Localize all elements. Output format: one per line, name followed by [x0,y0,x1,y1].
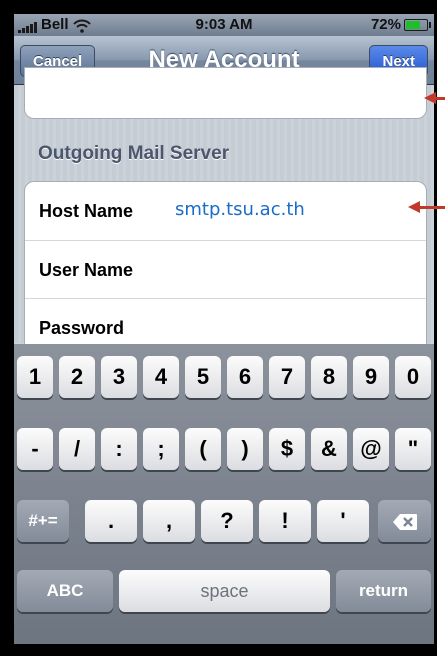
outgoing-server-group: Host Name smtp.tsu.ac.th User Name Passw… [24,181,427,357]
key-at[interactable]: @ [353,428,389,470]
key-9[interactable]: 9 [353,356,389,398]
key-open-paren[interactable]: ( [185,428,221,470]
key-2[interactable]: 2 [59,356,95,398]
key-5[interactable]: 5 [185,356,221,398]
key-apostrophe[interactable]: ' [317,500,369,542]
key-slash[interactable]: / [59,428,95,470]
backspace-key[interactable] [378,500,431,542]
section-header: Outgoing Mail Server [38,143,230,164]
host-name-field[interactable]: smtp.tsu.ac.th [175,199,305,220]
key-3[interactable]: 3 [101,356,137,398]
host-name-callout-arrow [408,201,445,213]
key-comma[interactable]: , [143,500,195,542]
user-name-row[interactable]: User Name [25,240,426,299]
screen: Bell 9:03 AM 72% Cancel New Account Next… [14,14,434,644]
key-period[interactable]: . [85,500,137,542]
return-key[interactable]: return [336,570,431,612]
user-name-label: User Name [39,260,134,280]
password-label: Password [39,318,125,338]
previous-section-group [24,67,427,119]
next-callout-arrow [424,92,445,104]
key-ampersand[interactable]: & [311,428,347,470]
key-1[interactable]: 1 [17,356,53,398]
key-exclamation[interactable]: ! [259,500,311,542]
device-frame: Bell 9:03 AM 72% Cancel New Account Next… [0,0,437,656]
keyboard: 1 2 3 4 5 6 7 8 9 0 - / : ; ( ) $ & @ " … [14,344,434,644]
host-name-label: Host Name [39,201,134,221]
status-bar: Bell 9:03 AM 72% [14,14,434,36]
battery-percent: 72% [370,16,401,33]
key-4[interactable]: 4 [143,356,179,398]
key-6[interactable]: 6 [227,356,263,398]
key-semicolon[interactable]: ; [143,428,179,470]
key-0[interactable]: 0 [395,356,431,398]
key-dollar[interactable]: $ [269,428,305,470]
abc-key[interactable]: ABC [17,570,113,612]
battery-indicator: 72% [370,16,431,33]
key-quote[interactable]: " [395,428,431,470]
key-hyphen[interactable]: - [17,428,53,470]
key-8[interactable]: 8 [311,356,347,398]
symbols-key[interactable]: #+= [17,500,69,542]
key-7[interactable]: 7 [269,356,305,398]
space-key[interactable]: space [119,570,330,612]
backspace-icon [392,513,417,530]
key-colon[interactable]: : [101,428,137,470]
key-question[interactable]: ? [201,500,253,542]
settings-list[interactable]: Outgoing Mail Server Host Name smtp.tsu.… [14,67,434,357]
battery-icon [404,18,431,31]
key-close-paren[interactable]: ) [227,428,263,470]
host-name-row[interactable]: Host Name smtp.tsu.ac.th [25,182,426,240]
